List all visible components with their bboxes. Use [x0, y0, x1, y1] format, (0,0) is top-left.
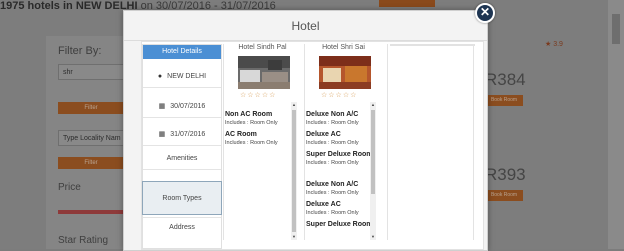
hotel-column-2: Hotel Shri Sai ☆☆☆☆☆ Deluxe Non A/C Incl… [306, 44, 386, 240]
star-rating: ☆☆☆☆☆ [321, 92, 358, 99]
scroll-thumb[interactable] [292, 110, 296, 232]
book-button-2: Book Room [485, 190, 523, 201]
room-list-scrollbar[interactable]: ▲ ▼ [291, 102, 297, 240]
room-item[interactable]: Deluxe Non A/C Includes : Room Only [306, 180, 376, 197]
calendar-icon: ▦ [158, 103, 166, 110]
scroll-up-icon[interactable]: ▲ [370, 102, 376, 108]
hotel-details-nav: Hotel Details ● NEW DELHI ▦ 30/07/2016 ▦ 31… [142, 44, 222, 249]
hotel-column-1: Hotel Sindh Pal ☆☆☆☆☆ Non AC Room Includ… [225, 44, 305, 240]
room-includes: Includes : Room Only [306, 160, 359, 166]
nav-city-label: NEW DELHI [167, 73, 207, 80]
room-item[interactable]: Deluxe AC Includes : Room Only [306, 200, 376, 217]
room-includes: Includes : Room Only [225, 120, 278, 126]
close-icon: ✕ [479, 5, 491, 19]
locality-input: Type Locality Nam [58, 130, 124, 146]
room-name: Deluxe AC [306, 131, 341, 138]
scroll-down-icon[interactable]: ▼ [291, 234, 297, 240]
nav-checkin[interactable]: ▦ 30/07/2016 [143, 97, 221, 118]
room-includes: Includes : Room Only [306, 120, 359, 126]
locality-filter-button: Filter [58, 157, 124, 169]
scroll-down-icon[interactable]: ▼ [370, 234, 376, 240]
nav-amenities[interactable]: Amenities [143, 149, 221, 170]
nav-checkout[interactable]: ▦ 31/07/2016 [143, 125, 221, 146]
room-name: Deluxe AC [306, 201, 341, 208]
modal-title: Hotel [291, 19, 320, 33]
room-name: Deluxe Non A/C [306, 111, 359, 118]
column-divider [473, 44, 474, 240]
filter-button: Filter [58, 102, 124, 114]
room-list-scrollbar[interactable]: ▲ ▼ [370, 102, 376, 240]
room-includes: Includes : Room Only [306, 190, 359, 196]
room-name: Super Deluxe Room [306, 151, 373, 158]
room-item[interactable]: Deluxe AC Includes : Room Only [306, 130, 376, 147]
room-name: Deluxe Non A/C [306, 181, 359, 188]
room-item[interactable]: AC Room Includes : Room Only [225, 130, 295, 147]
price-label: Price [58, 182, 81, 193]
background-top-button [379, 0, 435, 7]
nav-room-types[interactable]: Room Types [142, 181, 222, 215]
hotel-name: Hotel Shri Sai [322, 44, 365, 51]
star-rating: ☆☆☆☆☆ [240, 92, 277, 99]
room-item[interactable]: Super Deluxe Room [306, 220, 376, 229]
nav-checkout-label: 31/07/2016 [170, 131, 206, 138]
book-button-1: Book Room [485, 95, 523, 106]
nav-address[interactable]: Address [143, 217, 221, 238]
price-1: R384 [485, 70, 526, 89]
nav-checkin-label: 30/07/2016 [170, 103, 206, 110]
close-button[interactable]: ✕ [475, 3, 495, 23]
scroll-up-icon[interactable]: ▲ [291, 102, 297, 108]
price-slider [58, 210, 124, 214]
room-name: Non AC Room [225, 111, 273, 118]
room-name: AC Room [225, 131, 257, 138]
column-divider [304, 44, 305, 240]
hotel-photo [319, 56, 371, 89]
price-2: R393 [485, 165, 526, 184]
room-item[interactable]: Deluxe Non A/C Includes : Room Only [306, 110, 376, 127]
star-rating-label: Star Rating [58, 235, 109, 246]
empty-hotel-column [390, 44, 475, 46]
room-item[interactable]: Super Deluxe Room Includes : Room Only [306, 150, 376, 167]
column-divider [387, 44, 388, 240]
nav-city[interactable]: ● NEW DELHI [143, 67, 221, 88]
room-name: Super Deluxe Room [306, 221, 373, 228]
scroll-thumb[interactable] [371, 110, 375, 194]
nav-hotel-details[interactable]: Hotel Details [143, 45, 221, 59]
hotel-search-input: shr [58, 64, 124, 80]
column-divider [223, 44, 224, 240]
room-includes: Includes : Room Only [306, 210, 359, 216]
room-item[interactable]: Non AC Room Includes : Room Only [225, 110, 295, 127]
page-scrollbar [608, 0, 624, 249]
calendar-icon: ▦ [158, 131, 166, 138]
room-includes: Includes : Room Only [225, 140, 278, 146]
rating-badge: ★ 3.9 [545, 41, 563, 48]
room-includes: Includes : Room Only [306, 140, 359, 146]
hotel-photo [238, 56, 290, 89]
hotel-name: Hotel Sindh Pal [238, 44, 287, 51]
filter-title: Filter By: [58, 45, 102, 57]
map-marker-icon: ● [157, 73, 163, 80]
